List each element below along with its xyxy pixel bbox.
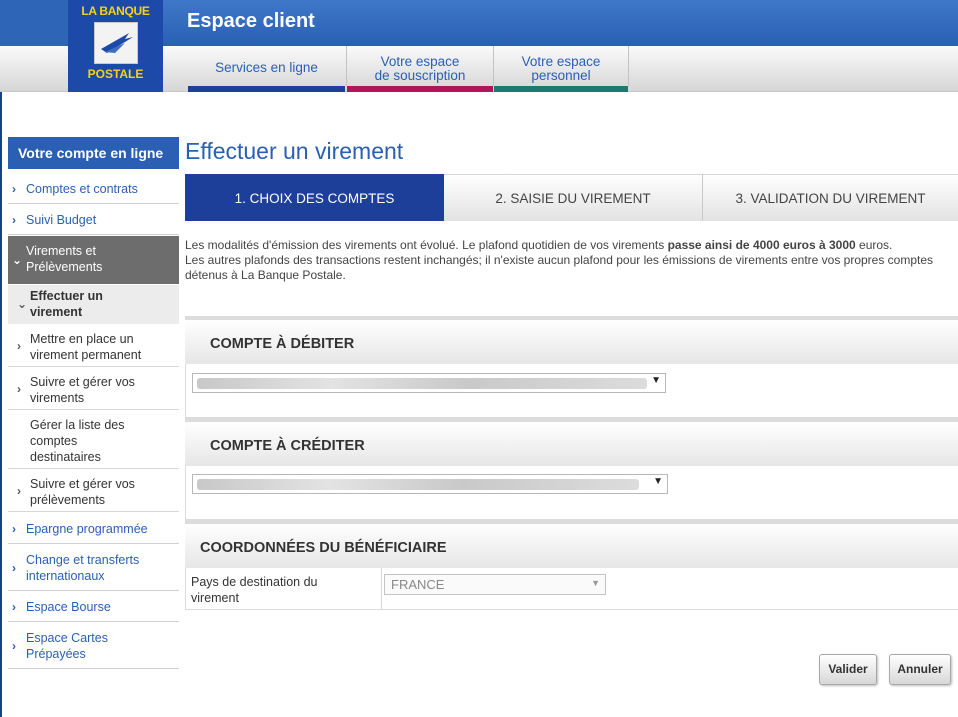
sidebar-item-comptes-contrats[interactable]: › Comptes et contrats [8,174,179,204]
notice-bold-part: passe ainsi de 4000 euros à 3000 [667,238,856,252]
sidebar-item-suivi-budget[interactable]: › Suivi Budget [8,205,179,235]
sidebar-title: Votre compte en ligne [8,137,179,169]
country-select[interactable]: FRANCE ▼ [384,574,606,595]
chevron-right-icon: › [12,213,16,227]
sidebar-item-label-line1: Suivre et gérer vos [30,477,135,491]
debit-account-select[interactable]: ▼ [192,373,666,393]
section-credit-header: COMPTE À CRÉDITER [185,418,958,466]
notice-text-part: euros. [855,238,893,252]
sidebar-item-label-line2: Prélèvements [26,260,103,274]
header-left-band [0,0,68,46]
tab-espace-souscription[interactable]: Votre espace de souscription [347,46,493,92]
masked-account-value [197,378,647,389]
tab-services-en-ligne[interactable]: Services en ligne [188,46,345,92]
sidebar-item-espace-bourse[interactable]: › Espace Bourse [8,592,179,622]
tab-label-line2: de souscription [374,68,466,83]
sidebar-item-liste-destinataires[interactable]: Gérer la liste des comptes destinataires [8,411,179,469]
chevron-right-icon: › [12,182,16,196]
dropdown-arrow-icon: ▼ [591,578,600,588]
bank-logo[interactable]: LA BANQUE POSTALE [68,0,163,92]
sidebar-item-label-line2: Prépayées [26,647,86,661]
chevron-right-icon: › [12,639,16,653]
chevron-right-icon: › [17,484,21,498]
sidebar-item-label-line1: Change et transferts [26,553,140,567]
field-divider [381,568,382,609]
sidebar-item-cartes-prepayees[interactable]: › Espace Cartes Prépayées [8,623,179,669]
sidebar-item-label-line1: Espace Cartes [26,631,108,645]
step-validation-virement: 3. VALIDATION DU VIREMENT [703,174,958,221]
sidebar-item-label-line1: Mettre en place un [30,332,134,346]
sidebar-item-change-transferts[interactable]: › Change et transferts internationaux [8,545,179,591]
section-title: COMPTE À DÉBITER [210,336,355,352]
cancel-button[interactable]: Annuler [889,654,951,685]
chevron-right-icon: › [12,600,16,614]
country-select-value: FRANCE [391,577,445,592]
validate-button[interactable]: Valider [819,654,877,685]
sidebar-item-label: Espace Bourse [26,600,111,614]
notice-text: Les modalités d'émission des virements o… [185,238,958,283]
dropdown-arrow-icon: ▼ [653,476,663,487]
sidebar-item-label-line2: internationaux [26,569,105,583]
section-debit-header: COMPTE À DÉBITER [185,316,958,364]
country-label: Pays de destination du virement [191,574,317,606]
sidebar-item-label-line3: destinataires [30,450,101,464]
sidebar-item-label-line2: prélèvements [30,493,106,507]
logo-text-bottom: POSTALE [87,67,144,81]
country-label-line2: virement [191,591,239,605]
tab-separator [628,46,629,86]
logo-bird-icon [94,22,138,64]
notice-line-3: détenus à La Banque Postale. [185,268,346,282]
step-saisie-virement: 2. SAISIE DU VIREMENT [444,174,702,221]
sidebar-item-effectuer-virement[interactable]: ⌄ Effectuer un virement [8,285,179,324]
chevron-down-icon: ⌄ [12,253,23,267]
sidebar-item-label-line1: Effectuer un [30,289,103,303]
logo-text-top: LA BANQUE [81,4,150,18]
section-debit-body: ▼ [185,364,958,418]
dropdown-arrow-icon: ▼ [651,375,661,386]
chevron-down-icon: ⌄ [17,297,28,311]
notice-line-1: Les modalités d'émission des virements o… [185,238,958,253]
page-title: Effectuer un virement [185,138,404,164]
tab-label: Services en ligne [215,60,318,75]
tab-label-line1: Votre espace [380,54,460,69]
section-title: COMPTE À CRÉDITER [210,438,365,454]
sidebar-item-label-line1: Gérer la liste des [30,418,125,432]
sidebar-item-label: Comptes et contrats [26,182,138,196]
tab-label-line2: personnel [531,68,591,83]
app-title: Espace client [187,10,315,32]
sidebar-item-label-line2: comptes [30,434,78,448]
sidebar-item-label: Epargne programmée [26,522,148,536]
sidebar-item-suivre-prelevements[interactable]: › Suivre et gérer vos prélèvements [8,470,179,512]
tab-label-line1: Votre espace [521,54,601,69]
country-label-line1: Pays de destination du [191,575,318,589]
chevron-right-icon: › [17,382,21,396]
chevron-right-icon: › [12,522,16,536]
credit-account-select[interactable]: ▼ [192,474,668,494]
section-beneficiary-header: COORDONNÉES DU BÉNÉFICIAIRE [185,520,958,568]
sidebar-item-virement-permanent[interactable]: › Mettre en place un virement permanent [8,325,179,367]
step-choix-comptes: 1. CHOIX DES COMPTES [185,174,444,221]
tab-color-bar [188,86,345,92]
section-credit-body: ▼ [185,466,958,520]
section-title: COORDONNÉES DU BÉNÉFICIAIRE [200,540,447,556]
sidebar-item-label: Suivi Budget [26,213,97,227]
section-beneficiary-body: Pays de destination du virement FRANCE ▼ [185,568,958,610]
chevron-right-icon: › [17,339,21,353]
tab-espace-personnel[interactable]: Votre espace personnel [494,46,628,92]
sidebar-item-label-line2: virements [30,391,85,405]
sidebar-item-label-line2: virement permanent [30,348,142,362]
sidebar-item-label-line2: virement [30,305,83,319]
chevron-right-icon: › [12,561,16,575]
left-border [0,92,2,717]
sidebar-item-suivre-virements[interactable]: › Suivre et gérer vos virements [8,368,179,410]
notice-line-2: Les autres plafonds des transactions res… [185,253,934,267]
sidebar-item-epargne-programmee[interactable]: › Epargne programmée [8,513,179,544]
sidebar-item-virements-prelevements[interactable]: ⌄ Virements et Prélèvements [8,236,179,284]
tab-color-bar [494,86,628,92]
sidebar-item-label-line1: Virements et [26,244,96,258]
tab-color-bar [347,86,493,92]
sidebar-item-label-line1: Suivre et gérer vos [30,375,135,389]
notice-text-part: Les modalités d'émission des virements o… [185,238,668,252]
masked-account-value [197,479,639,490]
